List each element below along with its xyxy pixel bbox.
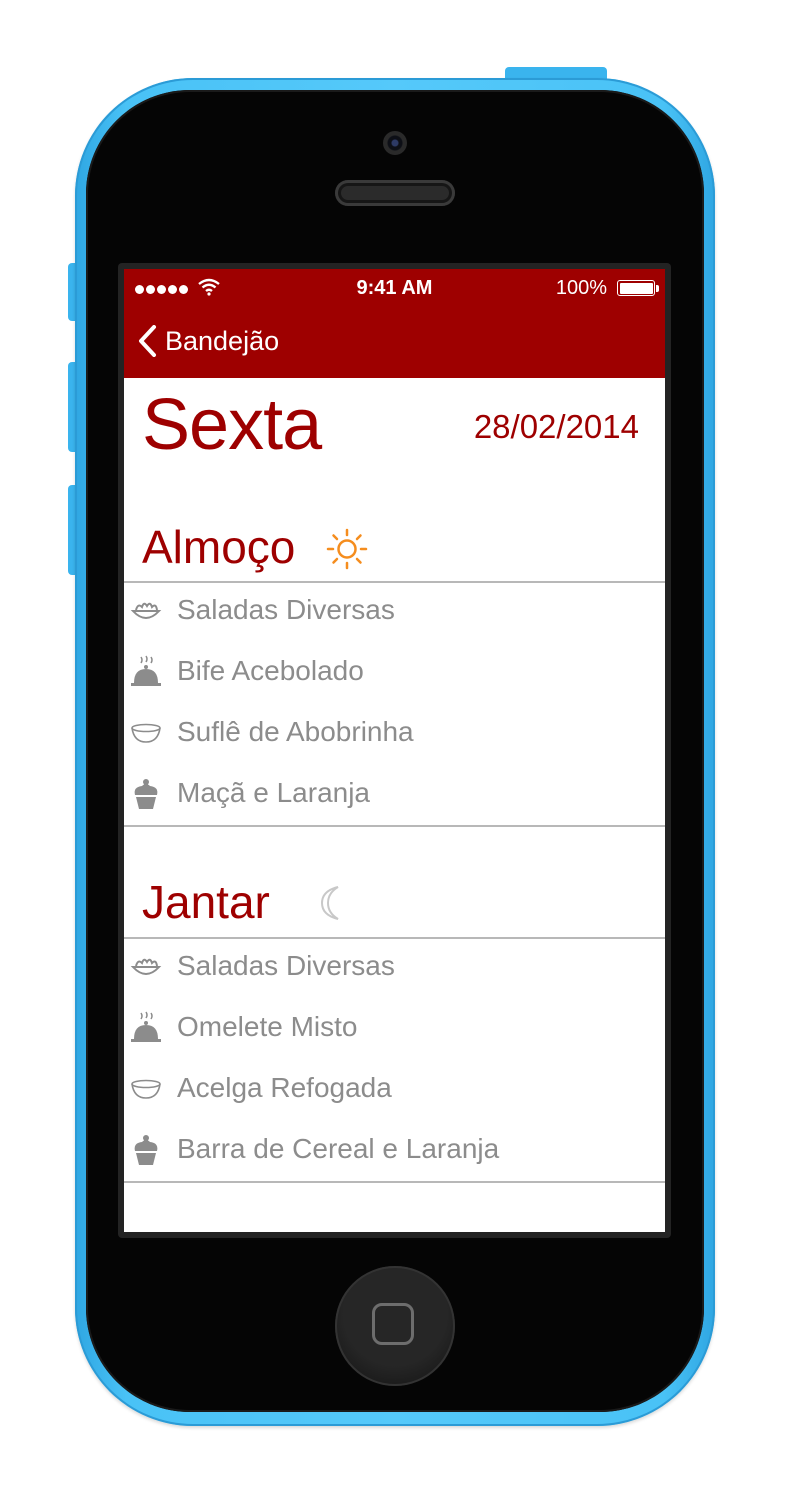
side-bowl-icon [131,1079,161,1099]
list-item-label: Suflê de Abobrinha [177,716,414,747]
list-item-label: Omelete Misto [177,1011,358,1042]
list-item[interactable]: Bife Acebolado [124,643,665,704]
list-item[interactable]: Barra de Cereal e Laranja [124,1121,665,1182]
sun-icon [326,528,368,570]
moon-icon [320,886,339,920]
list-item-label: Bife Acebolado [177,655,364,686]
cupcake-icon [134,1135,158,1165]
list-item-label: Barra de Cereal e Laranja [177,1133,500,1164]
cloche-icon [131,1011,161,1042]
section-title-lunch: Almoço [142,521,296,573]
battery-icon [617,280,655,296]
home-button[interactable] [335,1266,455,1386]
list-item-label: Acelga Refogada [177,1072,392,1103]
cloche-icon [131,655,161,686]
list-item[interactable]: Acelga Refogada [124,1060,665,1121]
back-button-label: Bandejão [165,325,280,356]
list-item-label: Maçã e Laranja [177,777,371,808]
status-bar: 9:41 AM 100% [124,277,665,301]
salad-bowl-icon [130,602,162,619]
section-title-dinner: Jantar [142,876,270,928]
front-camera [383,131,407,155]
list-item[interactable]: Suflê de Abobrinha [124,704,665,765]
list-item-label: Saladas Diversas [177,950,395,981]
day-title: Sexta [142,385,322,465]
navigation-bar: 9:41 AM 100% Bandejão [124,269,665,378]
list-item[interactable]: Saladas Diversas [124,582,665,643]
app-screen: 9:41 AM 100% Bandejão Sexta 28/02/2014 A… [124,269,665,1232]
home-square-icon [372,1303,414,1345]
chevron-left-icon [139,325,156,357]
side-bowl-icon [131,723,161,743]
battery-tip [656,285,659,292]
salad-bowl-icon [130,958,162,975]
list-item[interactable]: Omelete Misto [124,999,665,1060]
back-button[interactable]: Bandejão [137,325,279,357]
battery-percent: 100% [555,277,607,299]
section-divider [124,825,665,827]
list-item-label: Saladas Diversas [177,594,395,625]
list-item[interactable]: Saladas Diversas [124,938,665,999]
date-label: 28/02/2014 [473,408,639,445]
section-divider [124,1181,665,1183]
list-item[interactable]: Maçã e Laranja [124,765,665,826]
cupcake-icon [134,779,158,809]
earpiece-speaker [335,180,455,206]
battery-fill [619,282,653,294]
